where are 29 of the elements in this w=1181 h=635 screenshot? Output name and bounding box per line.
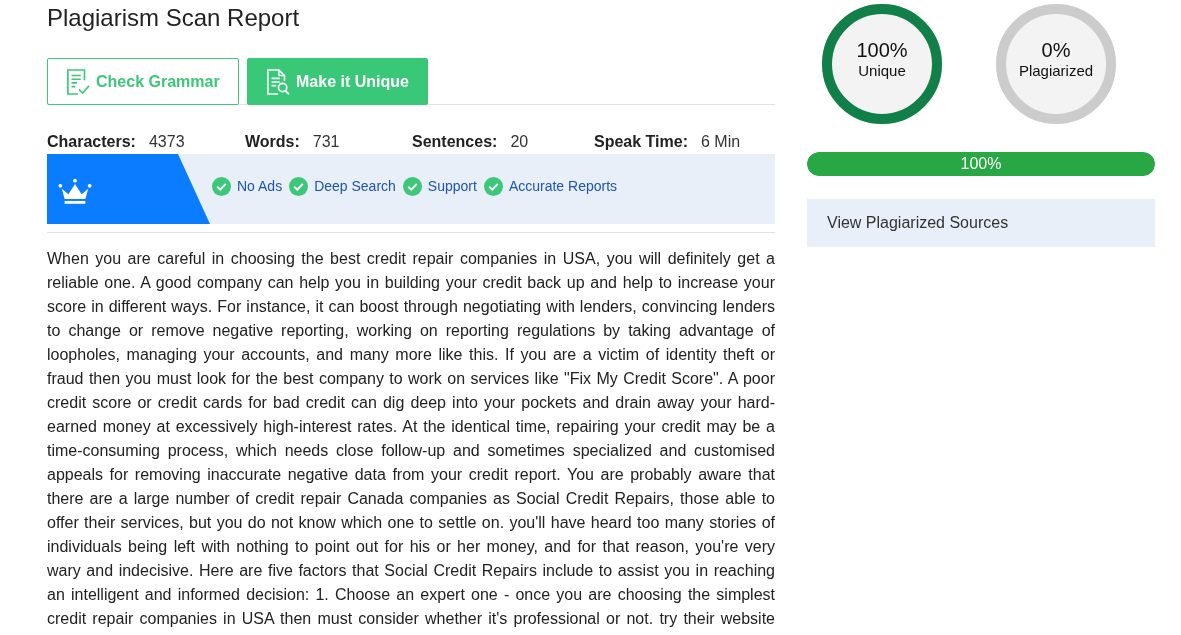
- make-unique-button[interactable]: Make it Unique: [247, 58, 428, 105]
- check-circle-icon: [212, 176, 231, 196]
- view-sources-button[interactable]: View Plagiarized Sources: [807, 199, 1155, 247]
- feature-label: Support: [427, 178, 477, 194]
- score-label: Unique: [858, 60, 906, 80]
- crown-icon: [58, 177, 92, 205]
- stat-label: Sentences:: [412, 132, 498, 151]
- score-value: 100%: [856, 38, 908, 61]
- check-circle-icon: [289, 176, 309, 196]
- report-title: Plagiarism Scan Report: [47, 4, 300, 32]
- stat-label: Speak Time:: [594, 132, 688, 151]
- score-label: Plagiarized: [1018, 60, 1094, 80]
- check-circle-icon: [402, 176, 422, 196]
- feature-label: Deep Search: [314, 178, 396, 194]
- feature-label: No Ads: [237, 178, 283, 194]
- stat-value: 20: [510, 132, 529, 151]
- stat-value: 731: [312, 132, 340, 151]
- document-search-icon: [266, 67, 290, 96]
- stat-label: Words:: [245, 132, 300, 151]
- feature-label: Accurate Reports: [508, 178, 618, 194]
- progress-label: 100%: [960, 155, 1002, 173]
- document-check-icon: [66, 67, 90, 96]
- stat-value: 6 Min: [700, 132, 741, 151]
- stat-label: Characters:: [47, 132, 136, 151]
- report-text: When you are careful in choosing the best credit repair companies in USA, you will definitely get a reliable one. A good company can help you in building your credit back up and help to increase your score in different ways. For instance, it can boost through negotiating with lenders, convincing lenders to change or remove negative reporting, working on reporting regulations by taking advantage of loopholes, managing your accounts, and many more like this. If you are a victim of identity theft or fraud then you must look for the best company to work on services like "Fix My Credit Score". A poor credit score or credit cards for bad credit can dig deep into your pockets and drain away your hard-earned money at excessively high-interest rates. At the identical time, repairing your credit may be a time-consuming process, which needs close follow-up and sometimes specialized and customised appeals for removing inaccurate negative data from your credit report. You are probably aware that there are a large number of credit repair Canada companies as Social Credit Repairs, those able to offer their services, but you do not know which one to settle on. you'll have heard too many stories of individuals being left with nothing to point out for his or her money, and for that reason, you're very wary and indecisive. Here are five factors that Social Credit Repairs include to assist you in reaching an intelligent and informed decision: 1. Choose an expert one - once you are choosing the simplest credit repair companies in USA then must consider whether it's professional or not. try their website: [47, 232, 775, 631]
- check-grammar-button[interactable]: Check Grammar: [47, 58, 239, 105]
- stat-value: 4373: [148, 132, 185, 151]
- score-value: 0%: [1041, 38, 1071, 61]
- check-circle-icon: [483, 176, 503, 196]
